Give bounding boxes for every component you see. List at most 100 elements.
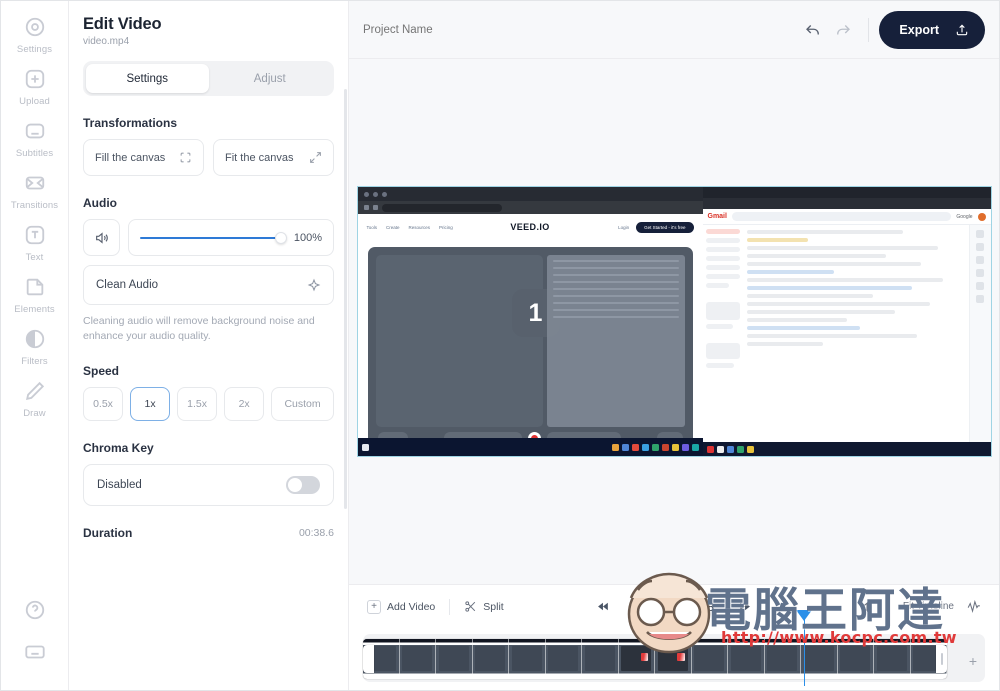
text-t-icon — [21, 221, 49, 249]
chroma-key-row: Disabled — [83, 464, 334, 506]
clip-trim-handle-left[interactable] — [363, 645, 374, 673]
play-triangle-icon[interactable] — [628, 596, 650, 618]
chroma-key-state-label: Disabled — [97, 479, 142, 491]
panel-scroll-area: Edit Video video.mp4 Settings Adjust Tra… — [69, 1, 348, 690]
volume-value: 100% — [294, 232, 322, 244]
speed-option-1x[interactable]: 1x — [130, 387, 170, 421]
workspace: Export — [349, 1, 999, 690]
fill-the-canvas-button[interactable]: Fill the canvas — [83, 139, 204, 176]
sidebar-item-settings[interactable]: Settings — [5, 13, 65, 55]
speed-option-0-5x[interactable]: 0.5x — [83, 387, 123, 421]
add-video-button[interactable]: + Add Video — [367, 600, 435, 614]
browser-dot — [382, 192, 387, 197]
keyboard-shortcuts-icon[interactable] — [21, 638, 49, 666]
volume-on-icon[interactable] — [860, 600, 874, 614]
undo-arrow-icon[interactable] — [798, 15, 828, 45]
speed-option-2x[interactable]: 2x — [224, 387, 264, 421]
sidebar-item-upload[interactable]: Upload — [5, 65, 65, 107]
settings-circle-icon — [21, 13, 49, 41]
gmail-nav — [703, 225, 743, 442]
sidebar-item-text[interactable]: Text — [5, 221, 65, 263]
clip-thumbnail — [546, 639, 583, 679]
sidebar-item-elements[interactable]: Elements — [5, 273, 65, 315]
sidebar-item-draw[interactable]: Draw — [5, 377, 65, 419]
chroma-key-toggle[interactable] — [286, 476, 320, 494]
separator-dot — [887, 605, 890, 608]
edit-video-panel: Edit Video video.mp4 Settings Adjust Tra… — [69, 1, 349, 690]
volume-on-icon[interactable] — [83, 219, 120, 256]
timeline[interactable]: + — [349, 628, 999, 690]
plus-icon[interactable]: + — [969, 654, 977, 668]
volume-slider-knob[interactable] — [275, 232, 287, 244]
browser-dot — [373, 192, 378, 197]
add-video-label: Add Video — [387, 601, 435, 613]
gmail-header: Gmail Google — [703, 209, 991, 225]
export-button[interactable]: Export — [879, 11, 985, 49]
fit-canvas-icon — [309, 151, 322, 164]
clip-thumbnail — [765, 639, 802, 679]
clip-thumbnail — [728, 639, 765, 679]
windows-taskbar — [358, 438, 703, 456]
nav-link: Tools — [367, 225, 378, 230]
duration-value: 00:38.6 — [299, 527, 334, 539]
video-clip[interactable] — [363, 639, 947, 679]
panel-scrollbar[interactable] — [344, 89, 347, 509]
tab-adjust[interactable]: Adjust — [209, 64, 332, 93]
fill-canvas-label: Fill the canvas — [95, 152, 165, 164]
chroma-key-heading: Chroma Key — [83, 441, 334, 455]
transport-controls: 00:16:8 — [597, 596, 751, 618]
sidebar-label: Subtitles — [16, 148, 53, 159]
skip-forward-icon[interactable] — [738, 600, 751, 613]
clip-thumbnail — [400, 639, 437, 679]
back-icon — [364, 205, 369, 210]
volume-slider-card: 100% — [128, 219, 334, 256]
clip-thumbnail — [874, 639, 911, 679]
veed-editor-app: Settings Upload Subtitles — [0, 0, 1000, 691]
sidebar-item-filters[interactable]: Filters — [5, 325, 65, 367]
veed-cta-group: Login Get Started - it's free — [618, 222, 693, 233]
canvas-stage: Tools Create Resources Pricing VEED.IO L… — [349, 59, 999, 584]
clip-thumbnail — [436, 639, 473, 679]
volume-slider[interactable] — [140, 231, 285, 245]
screen-recorder-panel: 1 — [368, 247, 693, 451]
skip-back-icon[interactable] — [597, 600, 610, 613]
veed-site-nav: Tools Create Resources Pricing VEED.IO L… — [358, 214, 703, 240]
file-name: video.mp4 — [83, 36, 334, 47]
gmail-message-pane — [743, 225, 969, 442]
elements-shape-icon — [21, 273, 49, 301]
top-toolbar: Export — [349, 1, 999, 59]
project-name-input[interactable] — [363, 24, 603, 36]
nav-link: Create — [386, 225, 400, 230]
sidebar-item-subtitles[interactable]: Subtitles — [5, 117, 65, 159]
gmail-search-input — [732, 212, 951, 221]
clip-thumbnail — [509, 639, 546, 679]
veed-logo: VEED.IO — [510, 222, 549, 232]
video-preview[interactable]: Tools Create Resources Pricing VEED.IO L… — [358, 187, 991, 456]
sparkle-icon — [307, 278, 321, 292]
redo-arrow-icon[interactable] — [828, 15, 858, 45]
playhead[interactable] — [804, 610, 805, 686]
help-question-icon[interactable] — [21, 596, 49, 624]
speed-heading: Speed — [83, 364, 334, 378]
split-button[interactable]: Split — [464, 600, 503, 613]
google-label: Google — [956, 214, 972, 220]
transformations-heading: Transformations — [83, 116, 334, 130]
sidebar-label: Settings — [17, 44, 52, 55]
clip-trim-handle-right[interactable] — [936, 645, 947, 673]
speed-option-1-5x[interactable]: 1.5x — [177, 387, 217, 421]
speed-option-custom[interactable]: Custom — [271, 387, 334, 421]
clip-thumbnail — [655, 639, 692, 679]
recorder-stage: 1 — [376, 255, 543, 427]
waveform-icon[interactable] — [967, 600, 981, 614]
plus-square-icon: + — [367, 600, 381, 614]
toolbar-divider — [868, 18, 869, 42]
timeline-right-controls: Fit Timeline — [860, 600, 981, 614]
fit-the-canvas-button[interactable]: Fit the canvas — [213, 139, 334, 176]
sidebar-item-transitions[interactable]: Transitions — [5, 169, 65, 211]
fit-timeline-button[interactable]: Fit Timeline — [903, 601, 954, 612]
preview-gmail-window: Gmail Google — [703, 187, 991, 456]
clean-audio-button[interactable]: Clean Audio — [83, 265, 334, 305]
tab-settings[interactable]: Settings — [86, 64, 209, 93]
gmail-side-rail — [969, 225, 991, 442]
fit-canvas-label: Fit the canvas — [225, 152, 293, 164]
